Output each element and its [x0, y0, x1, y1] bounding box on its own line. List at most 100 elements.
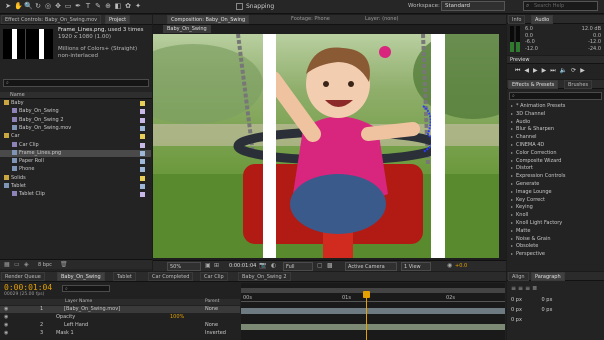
- grid-icon[interactable]: ⊞: [214, 262, 219, 269]
- space-after-field[interactable]: 0 px: [542, 307, 553, 313]
- project-search-input[interactable]: ⌕: [3, 79, 149, 87]
- selection-tool-icon[interactable]: ➤: [4, 2, 12, 11]
- roto-brush-tool-icon[interactable]: ✿: [124, 2, 132, 11]
- layer-row[interactable]: ◉ Opacity 100%: [0, 314, 240, 321]
- effect-category-item[interactable]: Key Correct: [507, 196, 604, 204]
- effect-category-item[interactable]: Keying: [507, 203, 604, 211]
- pen-tool-icon[interactable]: ✒: [74, 2, 82, 11]
- project-item-row[interactable]: Tablet Clip: [0, 191, 151, 198]
- eraser-tool-icon[interactable]: ◧: [114, 2, 122, 11]
- snapshot-icon[interactable]: 📷: [259, 262, 266, 269]
- effect-category-item[interactable]: Perspective: [507, 250, 604, 258]
- effect-category-item[interactable]: Channel: [507, 133, 604, 141]
- camera-select[interactable]: Active Camera: [345, 262, 397, 271]
- layer-name[interactable]: Left Hand: [64, 322, 88, 329]
- ram-preview-icon[interactable]: ▶: [580, 67, 589, 74]
- effect-category-item[interactable]: * Animation Presets: [507, 102, 604, 110]
- zoom-tool-icon[interactable]: 🔍: [24, 2, 33, 11]
- safe-zones-icon[interactable]: ▣: [205, 262, 211, 269]
- tab-paragraph[interactable]: Paragraph: [531, 272, 565, 281]
- viewer-timecode[interactable]: 0:00:01:04: [229, 263, 256, 269]
- layer-name[interactable]: Mask 1: [56, 330, 74, 337]
- clone-stamp-tool-icon[interactable]: ⊕: [104, 2, 112, 11]
- project-column-header[interactable]: Name: [0, 92, 152, 99]
- timeline-graph-area[interactable]: 00s 01s 02s: [241, 283, 505, 340]
- label-color-swatch[interactable]: [140, 101, 145, 106]
- tab-audio[interactable]: Audio: [531, 15, 554, 24]
- layer-parent[interactable]: 100%: [170, 314, 184, 321]
- hand-tool-icon[interactable]: ✋: [14, 2, 23, 11]
- project-item-row[interactable]: Phone: [0, 166, 151, 173]
- rotate-tool-icon[interactable]: ↻: [34, 2, 42, 11]
- label-color-swatch[interactable]: [140, 175, 145, 181]
- project-item-row[interactable]: Baby_On_Swing.mov: [0, 124, 151, 132]
- project-item-row[interactable]: Baby: [0, 100, 151, 107]
- effect-category-item[interactable]: Image Lounge: [507, 188, 604, 196]
- puppet-pin-tool-icon[interactable]: ✦: [134, 2, 142, 11]
- loop-icon[interactable]: ⟳: [571, 67, 580, 74]
- project-item-row[interactable]: Tablet: [0, 183, 151, 190]
- tab-car-completed[interactable]: Car Completed: [148, 272, 194, 281]
- label-color-swatch[interactable]: [140, 117, 145, 123]
- camera-tool-icon[interactable]: ◎: [44, 2, 52, 11]
- layer-parent[interactable]: None: [205, 306, 218, 313]
- tab-project[interactable]: Project: [105, 15, 131, 24]
- indent-left-field[interactable]: 0 px: [511, 297, 522, 303]
- layer-row[interactable]: ◉ 2 Left Hand None: [0, 322, 240, 329]
- visibility-eye-icon[interactable]: ◉: [4, 322, 8, 329]
- effect-category-item[interactable]: Knoll Light Factory: [507, 219, 604, 227]
- brush-tool-icon[interactable]: ✎: [94, 2, 102, 11]
- effect-category-item[interactable]: Distort: [507, 164, 604, 172]
- snapping-checkbox[interactable]: [236, 3, 243, 10]
- effect-category-item[interactable]: Obsolete: [507, 242, 604, 250]
- mute-icon[interactable]: 🔈: [560, 67, 571, 74]
- prev-frame-icon[interactable]: ◀: [524, 67, 533, 74]
- show-channel-icon[interactable]: ◐: [271, 262, 276, 269]
- indent-right-field[interactable]: 0 px: [542, 297, 553, 303]
- magnification-select[interactable]: 50%: [167, 262, 201, 271]
- effect-category-item[interactable]: Audio: [507, 118, 604, 126]
- effects-search-input[interactable]: ⌕: [509, 92, 602, 100]
- new-composition-icon[interactable]: ◈: [24, 261, 29, 268]
- play-icon[interactable]: ▶: [533, 67, 542, 74]
- type-tool-icon[interactable]: T: [84, 2, 92, 11]
- label-color-swatch[interactable]: [140, 134, 145, 140]
- visibility-eye-icon[interactable]: ◉: [4, 330, 8, 337]
- tab-effect-controls[interactable]: Effect Controls: Baby_On_Swing.mov: [1, 15, 102, 24]
- effect-category-item[interactable]: Blur & Sharpen: [507, 125, 604, 133]
- work-area-bar[interactable]: [241, 288, 505, 293]
- label-color-swatch[interactable]: [140, 184, 145, 189]
- layer-name[interactable]: [Baby_On_Swing.mov]: [64, 306, 120, 313]
- layer-parent[interactable]: None: [205, 322, 218, 329]
- tab-baby-on-swing[interactable]: Baby_On_Swing: [57, 272, 105, 281]
- justify-icon[interactable]: ≣: [532, 285, 539, 292]
- align-center-icon[interactable]: ≡: [518, 285, 525, 292]
- timeline-search-input[interactable]: ⌕: [62, 285, 110, 292]
- tab-info[interactable]: Info: [508, 15, 526, 24]
- resolution-select[interactable]: Full: [283, 262, 313, 271]
- exposure-icon[interactable]: ◉: [447, 262, 452, 269]
- tab-baby-on-swing-2[interactable]: Baby_On_Swing 2: [238, 272, 291, 281]
- layer-duration-bar[interactable]: [241, 324, 505, 330]
- transparency-grid-icon[interactable]: ▩: [327, 262, 333, 269]
- workspace-select[interactable]: Standard: [441, 1, 505, 11]
- tab-footage[interactable]: Footage: Phone: [291, 16, 330, 22]
- next-frame-icon[interactable]: ▶: [542, 67, 551, 74]
- effect-category-item[interactable]: Knoll: [507, 211, 604, 219]
- tab-composition[interactable]: Composition: Baby_On_Swing: [167, 15, 250, 24]
- effect-category-item[interactable]: Composite Wizard: [507, 157, 604, 165]
- trash-icon[interactable]: 🗑: [60, 261, 68, 268]
- composition-viewer[interactable]: [153, 34, 506, 258]
- pan-behind-tool-icon[interactable]: ✥: [54, 2, 62, 11]
- project-item-row[interactable]: Paper Roll: [0, 158, 151, 165]
- tab-effects-presets[interactable]: Effects & Presets: [508, 80, 559, 89]
- visibility-eye-icon[interactable]: ◉: [4, 306, 8, 313]
- first-line-indent-field[interactable]: 0 px: [511, 317, 522, 323]
- tab-layer[interactable]: Layer: (none): [365, 16, 399, 22]
- view-layout-select[interactable]: 1 View: [401, 262, 431, 271]
- project-item-row[interactable]: Baby_On_Swing: [0, 108, 151, 115]
- effect-category-item[interactable]: Noise & Grain: [507, 235, 604, 243]
- project-item-row[interactable]: Car: [0, 133, 151, 140]
- project-item-row[interactable]: Frame_Lines.png: [0, 149, 151, 157]
- layer-name[interactable]: Opacity: [56, 314, 75, 321]
